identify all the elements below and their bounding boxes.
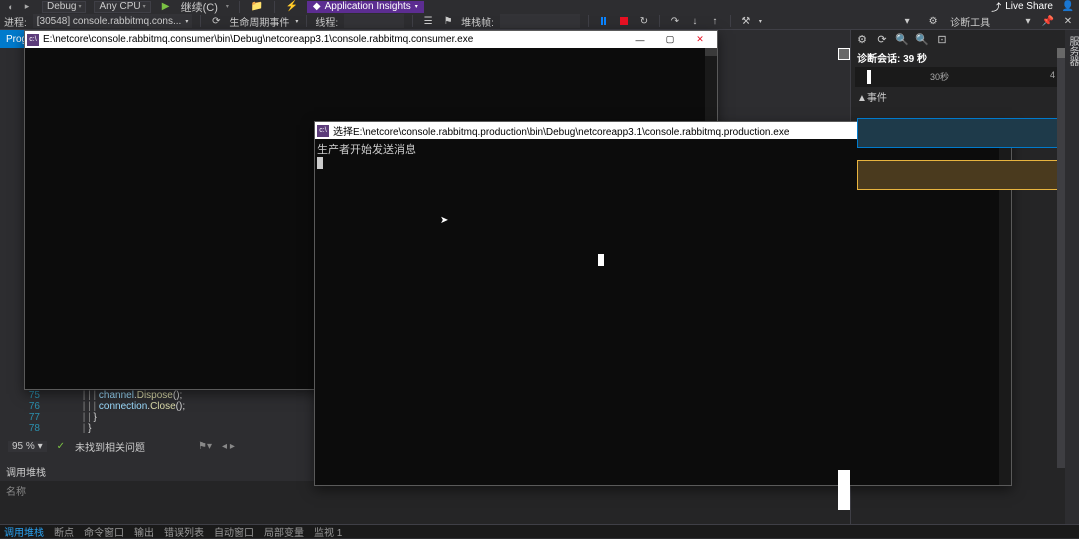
folder-icon[interactable]: 📁: [250, 1, 264, 13]
step-over-icon[interactable]: ↷: [668, 14, 682, 28]
process-dropdown[interactable]: [30548] console.rabbitmq.cons... ▾: [33, 14, 193, 28]
diag-collapse-arrow[interactable]: ▾: [900, 14, 914, 28]
minimize-button[interactable]: —: [625, 31, 655, 48]
pause-button[interactable]: [597, 14, 611, 28]
bottom-tab-errors[interactable]: 错误列表: [164, 524, 204, 539]
lightning-icon[interactable]: ⚡: [285, 1, 299, 13]
status-ok-icon: ✓: [57, 441, 65, 452]
panel-dropdown-icon[interactable]: ▾: [1021, 14, 1035, 28]
stop-button[interactable]: [617, 14, 631, 28]
main-toolbar: ◐ ▸ Debug▾ Any CPU▾ ▶ 继续(C) ▾ 📁 ⚡ ◆ Appl…: [0, 0, 1079, 13]
diag-zoom-out-icon[interactable]: 🔍: [915, 32, 929, 46]
diag-zoom-in-icon[interactable]: 🔍: [895, 32, 909, 46]
right-edge-tabs[interactable]: 服务器: [1065, 30, 1079, 524]
gear-icon[interactable]: ⚙: [926, 14, 940, 28]
selection-caret: [598, 254, 604, 266]
production-title: 选择E:\netcore\console.rabbitmq.production…: [333, 123, 919, 138]
user-icon[interactable]: 👤: [1061, 1, 1075, 13]
diag-settings-icon[interactable]: ⚙: [855, 32, 869, 46]
diag-session-label: 诊断会话: 39 秒: [851, 48, 1079, 67]
right-scrollbar[interactable]: [1057, 48, 1065, 468]
bottom-tabs-bar: 调用堆栈 断点 命令窗口 输出 错误列表 自动窗口 局部变量 监视 1: [0, 524, 1079, 538]
app-insights-button[interactable]: ◆ Application Insights ▾: [307, 1, 424, 13]
bottom-tab-breakpoints[interactable]: 断点: [54, 524, 74, 539]
insights-icon: ◆: [313, 1, 321, 12]
continue-button[interactable]: ▶: [159, 1, 173, 13]
close-button[interactable]: ✕: [685, 31, 715, 48]
close-panel-icon[interactable]: ✕: [1061, 14, 1075, 28]
bottom-tab-command[interactable]: 命令窗口: [84, 524, 124, 539]
restart-button[interactable]: ↻: [637, 14, 651, 28]
console-icon: c:\: [317, 125, 329, 137]
maximize-button[interactable]: ▢: [655, 31, 685, 48]
stackframe-dropdown[interactable]: [500, 14, 580, 28]
production-console-body[interactable]: 生产者开始发送消息: [315, 139, 1011, 485]
bottom-tab-callstack[interactable]: 调用堆栈: [4, 524, 44, 539]
diag-refresh-icon[interactable]: ⟳: [875, 32, 889, 46]
production-scrollbar[interactable]: [999, 139, 1011, 485]
bottom-tab-locals[interactable]: 局部变量: [264, 524, 304, 539]
scroll-indicator[interactable]: [838, 470, 850, 510]
config-dropdown[interactable]: Debug▾: [42, 1, 86, 13]
bottom-tab-autos[interactable]: 自动窗口: [214, 524, 254, 539]
diag-reset-icon[interactable]: ⊡: [935, 32, 949, 46]
no-issues-label: 未找到相关问题: [75, 439, 145, 454]
bottom-tab-output[interactable]: 输出: [134, 524, 154, 539]
console-icon: c:\: [27, 34, 39, 46]
debug-toolbar: 进程: [30548] console.rabbitmq.cons... ▾ ⟳…: [0, 13, 1079, 30]
live-share-button[interactable]: ⤴ Live Share: [991, 0, 1053, 14]
diag-title: 诊断工具: [950, 14, 990, 29]
bottom-tab-watch[interactable]: 监视 1: [314, 524, 342, 539]
nav-back-button[interactable]: ◐: [4, 1, 18, 13]
share-icon: ⤴: [991, 0, 1001, 14]
flag-icon[interactable]: ⚑▾: [198, 441, 212, 452]
filter-icon[interactable]: ☰: [421, 14, 435, 28]
events-header[interactable]: ▲事件: [851, 87, 1079, 106]
metric-chart-1: 14 0: [857, 118, 1073, 148]
process-label: 进程:: [4, 14, 27, 29]
tools-icon[interactable]: ⚒: [739, 14, 753, 28]
console-cursor: [317, 157, 323, 169]
continue-label: 继续(C): [181, 0, 218, 15]
nav-fwd-button[interactable]: ▸: [20, 1, 34, 13]
diag-timeline[interactable]: 30秒 4: [855, 67, 1075, 87]
consumer-title: E:\netcore\console.rabbitmq.consumer\bin…: [43, 34, 625, 45]
edge-tab-1[interactable]: 服务器: [1065, 30, 1079, 72]
code-editor-area[interactable]: 75 | | | channel.Dispose(); 76 | | | con…: [20, 390, 185, 434]
pin-icon[interactable]: 📌: [1041, 14, 1055, 28]
metric-chart-2: 100 0: [857, 160, 1073, 190]
thread-dropdown[interactable]: [344, 14, 404, 28]
step-into-icon[interactable]: ↓: [688, 14, 702, 28]
platform-dropdown[interactable]: Any CPU▾: [94, 1, 150, 13]
scroll-plus-icon[interactable]: [838, 48, 850, 60]
zoom-level[interactable]: 95 % ▾: [8, 441, 47, 452]
tag-icon[interactable]: ⚑: [441, 14, 455, 28]
nav-arrows[interactable]: ◂ ▸: [222, 441, 235, 452]
mouse-cursor-icon: ➤: [440, 215, 448, 226]
step-out-icon[interactable]: ↑: [708, 14, 722, 28]
lifecycle-icon[interactable]: ⟳: [209, 14, 223, 28]
